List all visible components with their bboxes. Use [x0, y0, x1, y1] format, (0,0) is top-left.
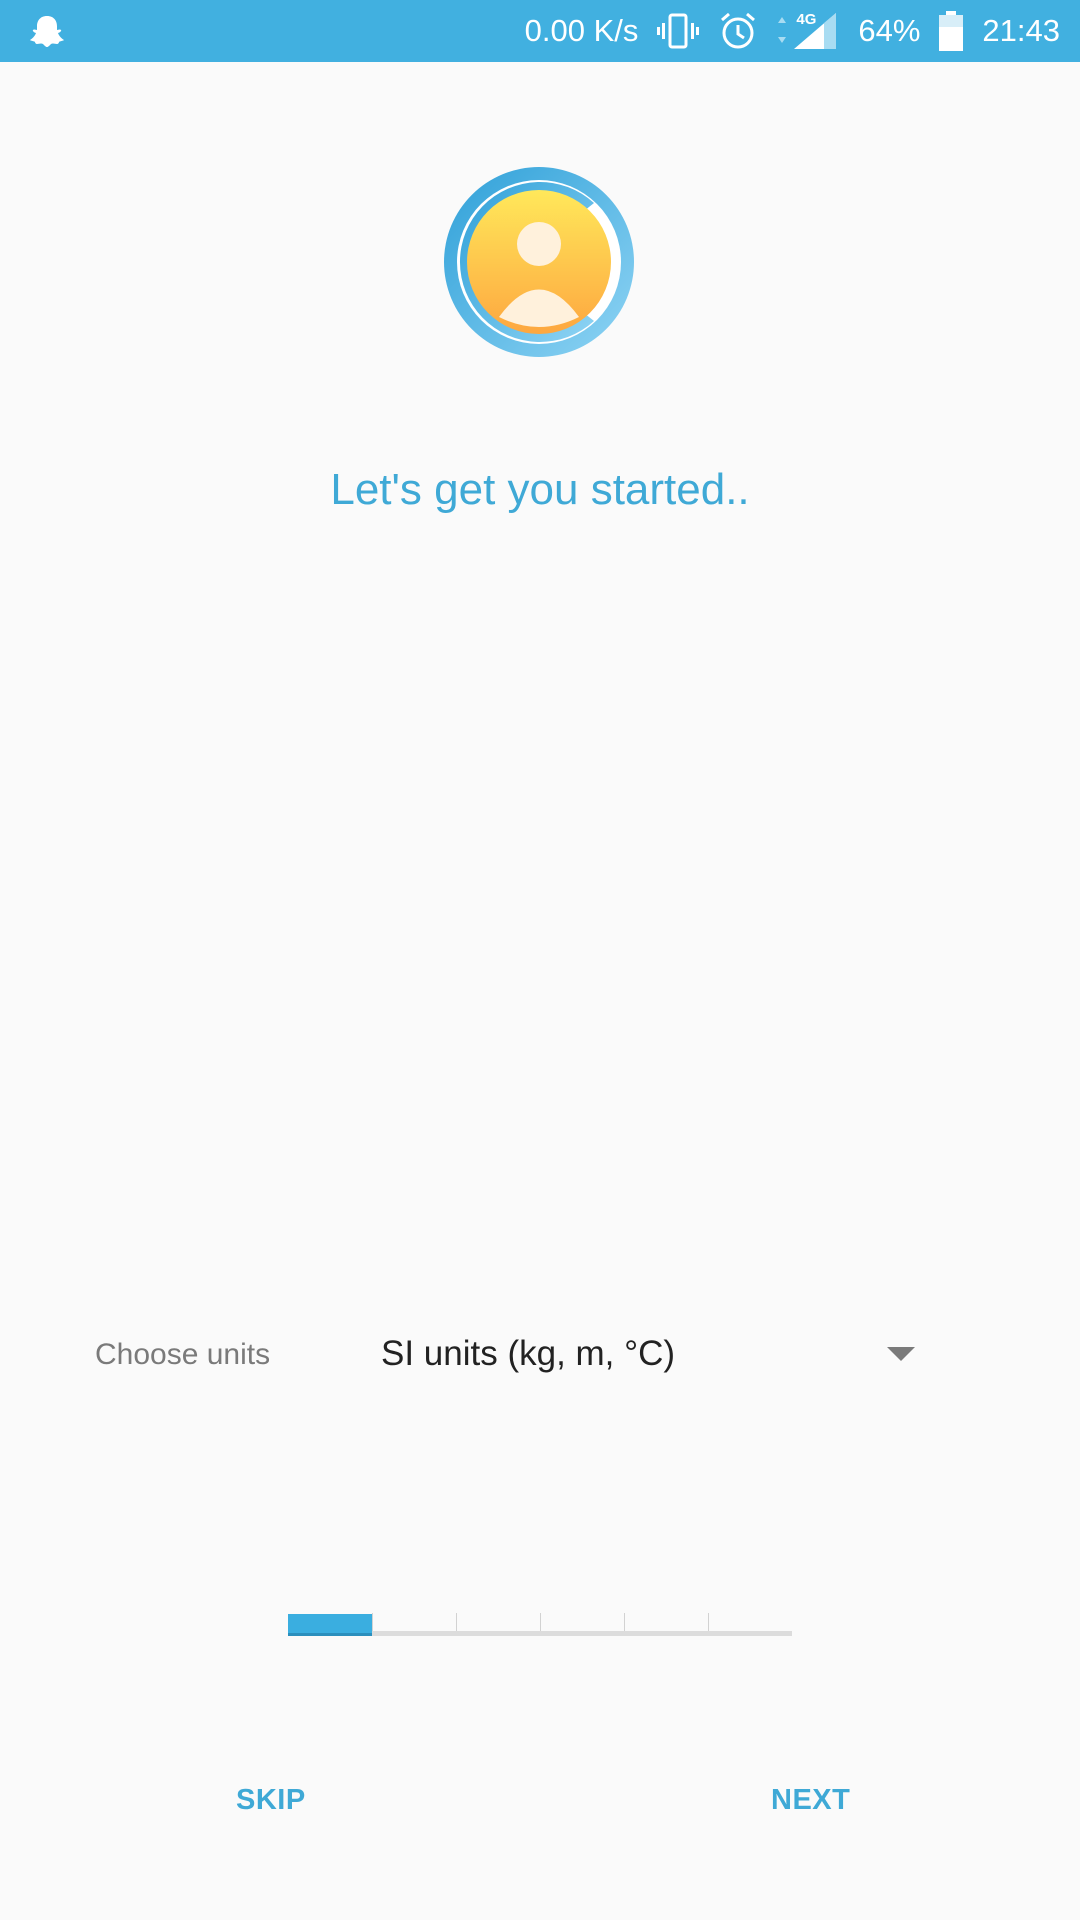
battery-percent: 64%	[858, 13, 921, 48]
status-bar: 0.00 K/s 4G 64% 21:43	[0, 0, 1080, 62]
progress-step-tick	[624, 1613, 625, 1631]
signal-icon: 4G	[776, 9, 840, 53]
network-type: 4G	[796, 11, 817, 28]
alarm-icon	[718, 11, 758, 51]
progress-step-tick	[708, 1613, 709, 1631]
progress-fill	[288, 1614, 372, 1636]
onboarding-progress	[288, 1600, 792, 1636]
next-button[interactable]: NEXT	[771, 1784, 850, 1817]
progress-step-tick	[540, 1613, 541, 1631]
units-dropdown[interactable]: SI units (kg, m, °C)	[365, 1320, 915, 1390]
dropdown-arrow-icon	[887, 1347, 915, 1361]
units-label: Choose units	[95, 1338, 271, 1371]
page-title: Let's get you started..	[330, 465, 750, 514]
profile-avatar-icon	[444, 167, 634, 357]
snapchat-ghost-icon	[28, 12, 66, 55]
network-speed: 0.00 K/s	[524, 13, 639, 48]
skip-button[interactable]: SKIP	[236, 1784, 306, 1817]
battery-icon	[938, 11, 964, 51]
vibrate-icon	[656, 11, 700, 51]
progress-step-tick	[372, 1613, 373, 1631]
units-selected-value: SI units (kg, m, °C)	[381, 1334, 676, 1373]
clock: 21:43	[982, 13, 1060, 48]
progress-step-tick	[456, 1613, 457, 1631]
